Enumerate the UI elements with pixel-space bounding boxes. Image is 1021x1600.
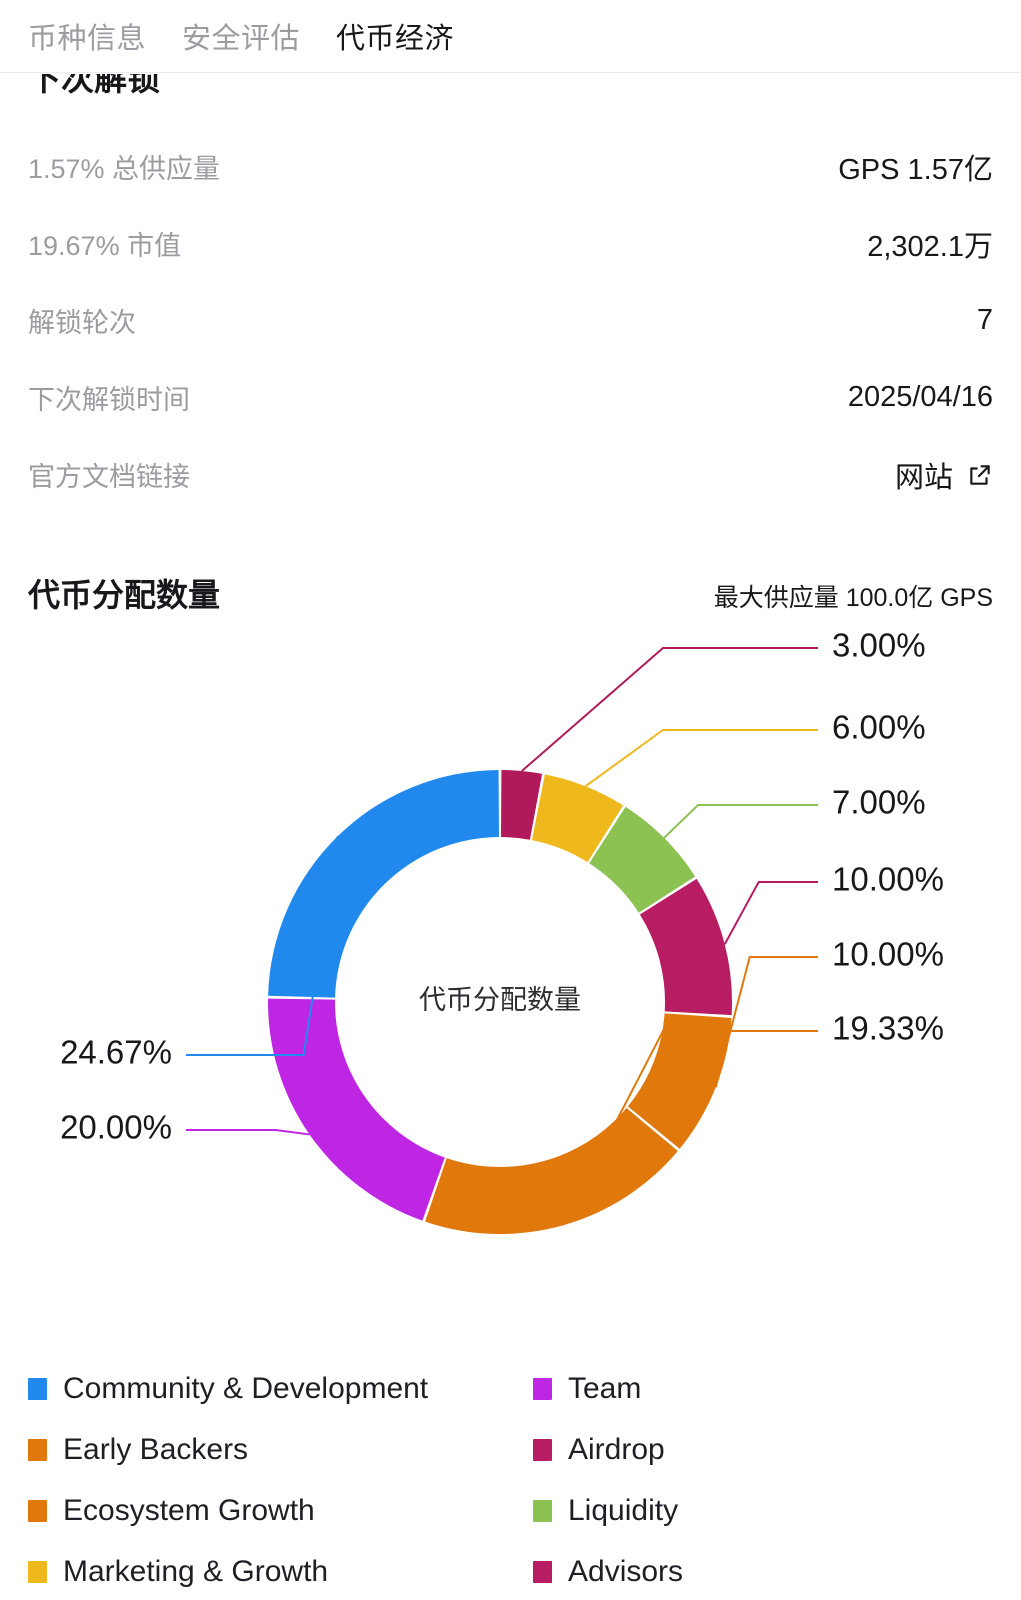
legend-item-advisors[interactable]: Advisors bbox=[533, 1541, 993, 1600]
legend-label-liquidity: Liquidity bbox=[568, 1493, 679, 1527]
leader-line-liquidity bbox=[663, 804, 818, 839]
info-value-next-unlock-time: 2025/04/16 bbox=[847, 381, 993, 413]
tab-security-assessment[interactable]: 安全评估 bbox=[182, 15, 300, 57]
legend-swatch-liquidity bbox=[533, 1499, 552, 1522]
info-label-next-unlock-time: 下次解锁时间 bbox=[28, 385, 190, 415]
legend-swatch-advisors bbox=[533, 1560, 552, 1583]
pct-label-airdrop: 10.00% bbox=[832, 861, 944, 898]
allocation-legend: Community & Development Team Early Backe… bbox=[0, 1358, 1021, 1600]
info-label-market-cap: 19.67% 市值 bbox=[28, 231, 182, 261]
legend-swatch-marketing-growth bbox=[28, 1560, 47, 1583]
legend-swatch-airdrop bbox=[533, 1438, 552, 1461]
pct-label-community-development: 24.67% bbox=[60, 1034, 172, 1071]
allocation-chart-header: 代币分配数量 最大供应量 100.0亿 GPS bbox=[0, 570, 1021, 616]
donut-slice-early-backers[interactable] bbox=[425, 1107, 678, 1234]
legend-item-team[interactable]: Team bbox=[533, 1358, 993, 1419]
legend-label-ecosystem-growth: Ecosystem Growth bbox=[63, 1493, 315, 1527]
info-value-market-cap: 2,302.1万 bbox=[867, 230, 993, 263]
legend-label-airdrop: Airdrop bbox=[568, 1432, 665, 1466]
legend-item-liquidity[interactable]: Liquidity bbox=[533, 1480, 993, 1541]
website-link-text[interactable]: 网站 bbox=[895, 454, 953, 496]
legend-label-marketing-growth: Marketing & Growth bbox=[63, 1554, 329, 1588]
info-row-total-supply: 1.57% 总供应量 GPS 1.57亿 bbox=[0, 128, 1021, 205]
leader-line-airdrop bbox=[723, 881, 818, 945]
legend-swatch-early-backers bbox=[28, 1438, 47, 1461]
allocation-max-supply: 最大供应量 100.0亿 GPS bbox=[713, 584, 993, 612]
allocation-chart-title: 代币分配数量 bbox=[28, 577, 221, 613]
info-label-total-supply: 1.57% 总供应量 bbox=[28, 154, 221, 184]
donut-percent-label-group: 3.00% 6.00% 7.00% 10.00% 10.00% 19.33% 20.00% 2… bbox=[60, 627, 944, 1146]
legend-label-advisors: Advisors bbox=[568, 1554, 684, 1588]
legend-item-ecosystem-growth[interactable]: Ecosystem Growth bbox=[28, 1480, 533, 1541]
info-row-unlock-rounds: 解锁轮次 7 bbox=[0, 282, 1021, 359]
donut-center-label: 代币分配数量 bbox=[419, 985, 581, 1015]
legend-item-community-development[interactable]: Community & Development bbox=[28, 1358, 533, 1419]
external-link-icon[interactable] bbox=[967, 462, 993, 488]
next-unlock-section-heading: 下次解锁 bbox=[0, 74, 1021, 108]
leader-line-marketing-growth bbox=[584, 729, 818, 788]
legend-label-community-development: Community & Development bbox=[63, 1371, 429, 1405]
donut-chart-svg: 3.00% 6.00% 7.00% 10.00% 10.00% 19.33% 20.00% 2… bbox=[60, 627, 944, 1234]
legend-item-marketing-growth[interactable]: Marketing & Growth bbox=[28, 1541, 533, 1600]
legend-swatch-community-development bbox=[28, 1377, 47, 1400]
info-row-market-cap: 19.67% 市值 2,302.1万 bbox=[0, 205, 1021, 282]
legend-item-early-backers[interactable]: Early Backers bbox=[28, 1419, 533, 1480]
info-row-next-unlock-time: 下次解锁时间 2025/04/16 bbox=[0, 359, 1021, 436]
next-unlock-title-text: 下次解锁 bbox=[28, 74, 160, 97]
pct-label-ecosystem-growth: 10.00% bbox=[832, 936, 944, 973]
allocation-donut-chart: 3.00% 6.00% 7.00% 10.00% 10.00% 19.33% 20.00% 2… bbox=[0, 620, 1021, 1320]
tab-token-economics[interactable]: 代币经济 bbox=[336, 15, 454, 57]
donut-slice-community-development[interactable] bbox=[268, 770, 499, 998]
legend-label-early-backers: Early Backers bbox=[63, 1432, 249, 1466]
tab-coin-info[interactable]: 币种信息 bbox=[28, 15, 146, 57]
legend-swatch-team bbox=[533, 1377, 552, 1400]
leader-line-advisors bbox=[521, 647, 818, 772]
info-value-unlock-rounds: 7 bbox=[976, 304, 993, 336]
info-label-official-docs: 官方文档链接 bbox=[28, 462, 190, 492]
info-value-official-docs[interactable]: 网站 bbox=[895, 454, 993, 496]
leader-line-team bbox=[186, 1129, 310, 1136]
pct-label-team: 20.00% bbox=[60, 1109, 172, 1146]
legend-swatch-ecosystem-growth bbox=[28, 1499, 47, 1522]
pct-label-early-backers: 19.33% bbox=[832, 1010, 944, 1047]
unlock-info-list: 1.57% 总供应量 GPS 1.57亿 19.67% 市值 2,302.1万 … bbox=[0, 128, 1021, 513]
pct-label-liquidity: 7.00% bbox=[832, 784, 926, 821]
info-value-total-supply: GPS 1.57亿 bbox=[838, 153, 993, 186]
pct-label-marketing-growth: 6.00% bbox=[832, 709, 926, 746]
pct-label-advisors: 3.00% bbox=[832, 627, 926, 664]
legend-label-team: Team bbox=[568, 1371, 642, 1405]
tab-bar: 币种信息 安全评估 代币经济 bbox=[0, 0, 1021, 73]
legend-item-airdrop[interactable]: Airdrop bbox=[533, 1419, 993, 1480]
token-economics-page: 币种信息 安全评估 代币经济 下次解锁 1.57% 总供应量 GPS 1.57亿… bbox=[0, 0, 1021, 1600]
info-row-official-docs[interactable]: 官方文档链接 网站 bbox=[0, 436, 1021, 513]
info-label-unlock-rounds: 解锁轮次 bbox=[28, 308, 136, 338]
donut-slice-team[interactable] bbox=[268, 998, 445, 1221]
